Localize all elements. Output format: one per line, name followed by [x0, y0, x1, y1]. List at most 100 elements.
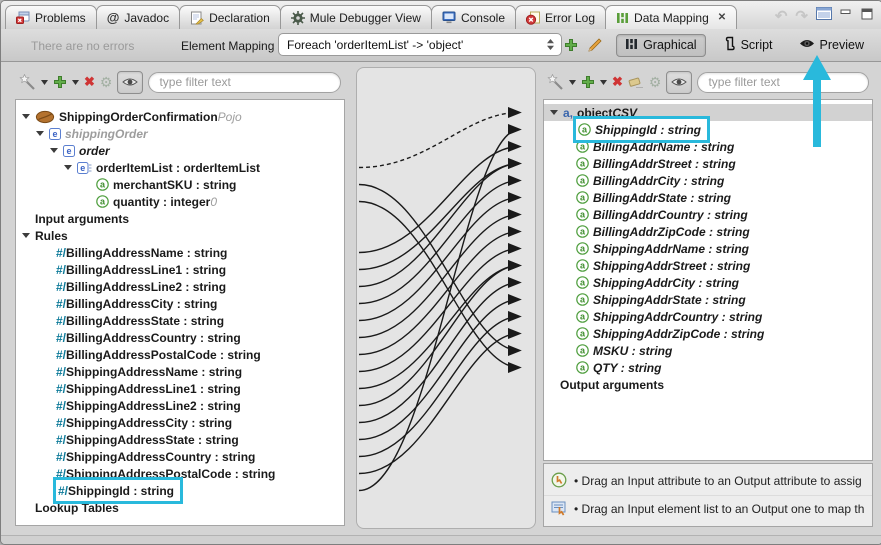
- eye-toggle-button[interactable]: [117, 70, 144, 94]
- tree-row[interactable]: #/ ShippingId : string: [16, 477, 344, 504]
- expander-icon[interactable]: [64, 165, 77, 170]
- tree-row[interactable]: a ShippingAddrStreet : string: [544, 257, 872, 274]
- tab-close-icon[interactable]: ✕: [718, 12, 726, 23]
- add-dropdown-caret-icon[interactable]: [600, 72, 607, 92]
- tree-row[interactable]: #/ BillingAddressCity : string: [16, 295, 344, 312]
- infer-wand-icon[interactable]: [547, 72, 564, 92]
- tree-row[interactable]: Output arguments: [544, 376, 872, 393]
- tab-data-mapping[interactable]: Data Mapping ✕: [605, 5, 738, 29]
- expander-icon[interactable]: [22, 233, 35, 238]
- wand-dropdown-caret-icon[interactable]: [569, 72, 576, 92]
- mapping-line: [358, 293, 522, 441]
- view-menu-icon[interactable]: [816, 7, 832, 25]
- tree-row[interactable]: a ShippingAddrZipCode : string: [544, 325, 872, 342]
- tree-row[interactable]: #/ BillingAddressName : string: [16, 244, 344, 261]
- tree-row[interactable]: #/ BillingAddressLine1 : string: [16, 261, 344, 278]
- status-text: There are no errors: [31, 39, 135, 53]
- tree-row[interactable]: a BillingAddrState : string: [544, 189, 872, 206]
- highlight-box: a ShippingId : string: [573, 116, 710, 143]
- maximize-button[interactable]: [861, 7, 874, 25]
- tree-row[interactable]: a ShippingAddrCity : string: [544, 274, 872, 291]
- preview-eye-icon: [799, 38, 815, 52]
- tab-error-log[interactable]: Error Log: [515, 5, 607, 29]
- tree-row[interactable]: a BillingAddrCountry : string: [544, 206, 872, 223]
- mapping-line: [358, 106, 522, 169]
- attribute-icon: a: [576, 259, 589, 272]
- tree-row[interactable]: #/ BillingAddressCountry : string: [16, 329, 344, 346]
- tree-row[interactable]: e orderItemList : orderItemList: [16, 159, 344, 176]
- tree-row[interactable]: a BillingAddrZipCode : string: [544, 223, 872, 240]
- input-filter-field[interactable]: [148, 71, 341, 93]
- gear-icon[interactable]: ⚙: [649, 72, 662, 92]
- tab-javadoc[interactable]: @ Javadoc: [95, 5, 181, 29]
- tree-row[interactable]: e order: [16, 142, 344, 159]
- delete-icon[interactable]: ✖: [84, 72, 95, 92]
- tree-row[interactable]: #/ ShippingAddressLine2 : string: [16, 397, 344, 414]
- tree-row[interactable]: a QTY : string: [544, 359, 872, 376]
- tree-row[interactable]: ShippingOrderConfirmation Pojo: [16, 108, 344, 125]
- hint-element-list-icon: [551, 500, 567, 519]
- delete-icon[interactable]: ✖: [612, 72, 623, 92]
- hint-row: • Drag an Input attribute to an Output a…: [544, 468, 872, 495]
- expander-icon[interactable]: [36, 131, 49, 136]
- tree-row[interactable]: #/ ShippingAddressCountry : string: [16, 448, 344, 465]
- add-icon[interactable]: [581, 72, 595, 92]
- tree-row[interactable]: e shippingOrder: [16, 125, 344, 142]
- script-view-icon: [724, 36, 736, 54]
- tree-row[interactable]: Input arguments: [16, 210, 344, 227]
- tree-row[interactable]: a BillingAddrStreet : string: [544, 155, 872, 172]
- expander-icon[interactable]: [550, 110, 563, 115]
- add-dropdown-caret-icon[interactable]: [72, 72, 79, 92]
- script-view-button[interactable]: Script: [716, 33, 781, 57]
- output-filter-field[interactable]: [697, 71, 869, 93]
- preview-view-button[interactable]: Preview: [791, 35, 872, 55]
- graphical-view-button[interactable]: Graphical: [616, 33, 706, 57]
- edit-mapping-button[interactable]: [586, 36, 604, 54]
- infer-wand-icon[interactable]: [19, 72, 36, 92]
- expander-icon[interactable]: [50, 148, 63, 153]
- tree-row[interactable]: a quantity : integer 0: [16, 193, 344, 210]
- tree-row[interactable]: a merchantSKU : string: [16, 176, 344, 193]
- javadoc-icon: @: [106, 10, 120, 25]
- back-icon[interactable]: ↶: [775, 9, 788, 24]
- error-log-icon: [526, 11, 540, 25]
- mapping-line: [358, 276, 522, 424]
- mapping-line: [358, 327, 522, 475]
- tree-row[interactable]: a BillingAddrCity : string: [544, 172, 872, 189]
- input-panel: ✖ ⚙ ShippingOrderConfirmation Pojoeshipp…: [11, 67, 349, 529]
- add-mapping-button[interactable]: [562, 36, 580, 54]
- tree-row[interactable]: a ShippingAddrCountry : string: [544, 308, 872, 325]
- attribute-icon: a: [576, 327, 589, 340]
- element-mapping-select[interactable]: Foreach 'orderItemList' -> 'object': [278, 33, 562, 56]
- mapping-line: [358, 259, 522, 407]
- tab-mule-debugger-view[interactable]: Mule Debugger View: [279, 5, 432, 29]
- mapping-line: [358, 174, 522, 305]
- console-icon: [442, 11, 456, 24]
- tab-declaration[interactable]: Declaration: [179, 5, 281, 29]
- tree-row[interactable]: #/ ShippingAddressState : string: [16, 431, 344, 448]
- tree-row[interactable]: #/ BillingAddressPostalCode : string: [16, 346, 344, 363]
- mapping-line: [358, 140, 522, 254]
- tab-console[interactable]: Console: [430, 5, 516, 29]
- gear-icon[interactable]: ⚙: [100, 72, 113, 92]
- tree-row[interactable]: a ShippingAddrState : string: [544, 291, 872, 308]
- forward-icon[interactable]: ↷: [795, 9, 808, 24]
- tree-row[interactable]: #/ ShippingAddressLine1 : string: [16, 380, 344, 397]
- tree-row[interactable]: #/ ShippingAddressName : string: [16, 363, 344, 380]
- tree-row[interactable]: #/ ShippingAddressCity : string: [16, 414, 344, 431]
- hint-attribute-icon: [551, 472, 567, 491]
- eye-toggle-button[interactable]: [666, 70, 693, 94]
- tree-row[interactable]: Rules: [16, 227, 344, 244]
- eclipse-data-mapping-window: Problems @ Javadoc Declaration Mule Debugger…: [0, 0, 881, 545]
- tree-row[interactable]: #/ BillingAddressLine2 : string: [16, 278, 344, 295]
- tree-row[interactable]: a MSKU : string: [544, 342, 872, 359]
- eraser-icon[interactable]: [628, 72, 644, 92]
- tab-problems[interactable]: Problems: [5, 5, 97, 29]
- expander-icon[interactable]: [22, 114, 35, 119]
- tree-row[interactable]: a ShippingAddrName : string: [544, 240, 872, 257]
- wand-dropdown-caret-icon[interactable]: [41, 72, 48, 92]
- tree-row[interactable]: #/ BillingAddressState : string: [16, 312, 344, 329]
- preview-callout-arrow: [803, 55, 831, 147]
- minimize-button[interactable]: [840, 7, 853, 25]
- add-icon[interactable]: [53, 72, 67, 92]
